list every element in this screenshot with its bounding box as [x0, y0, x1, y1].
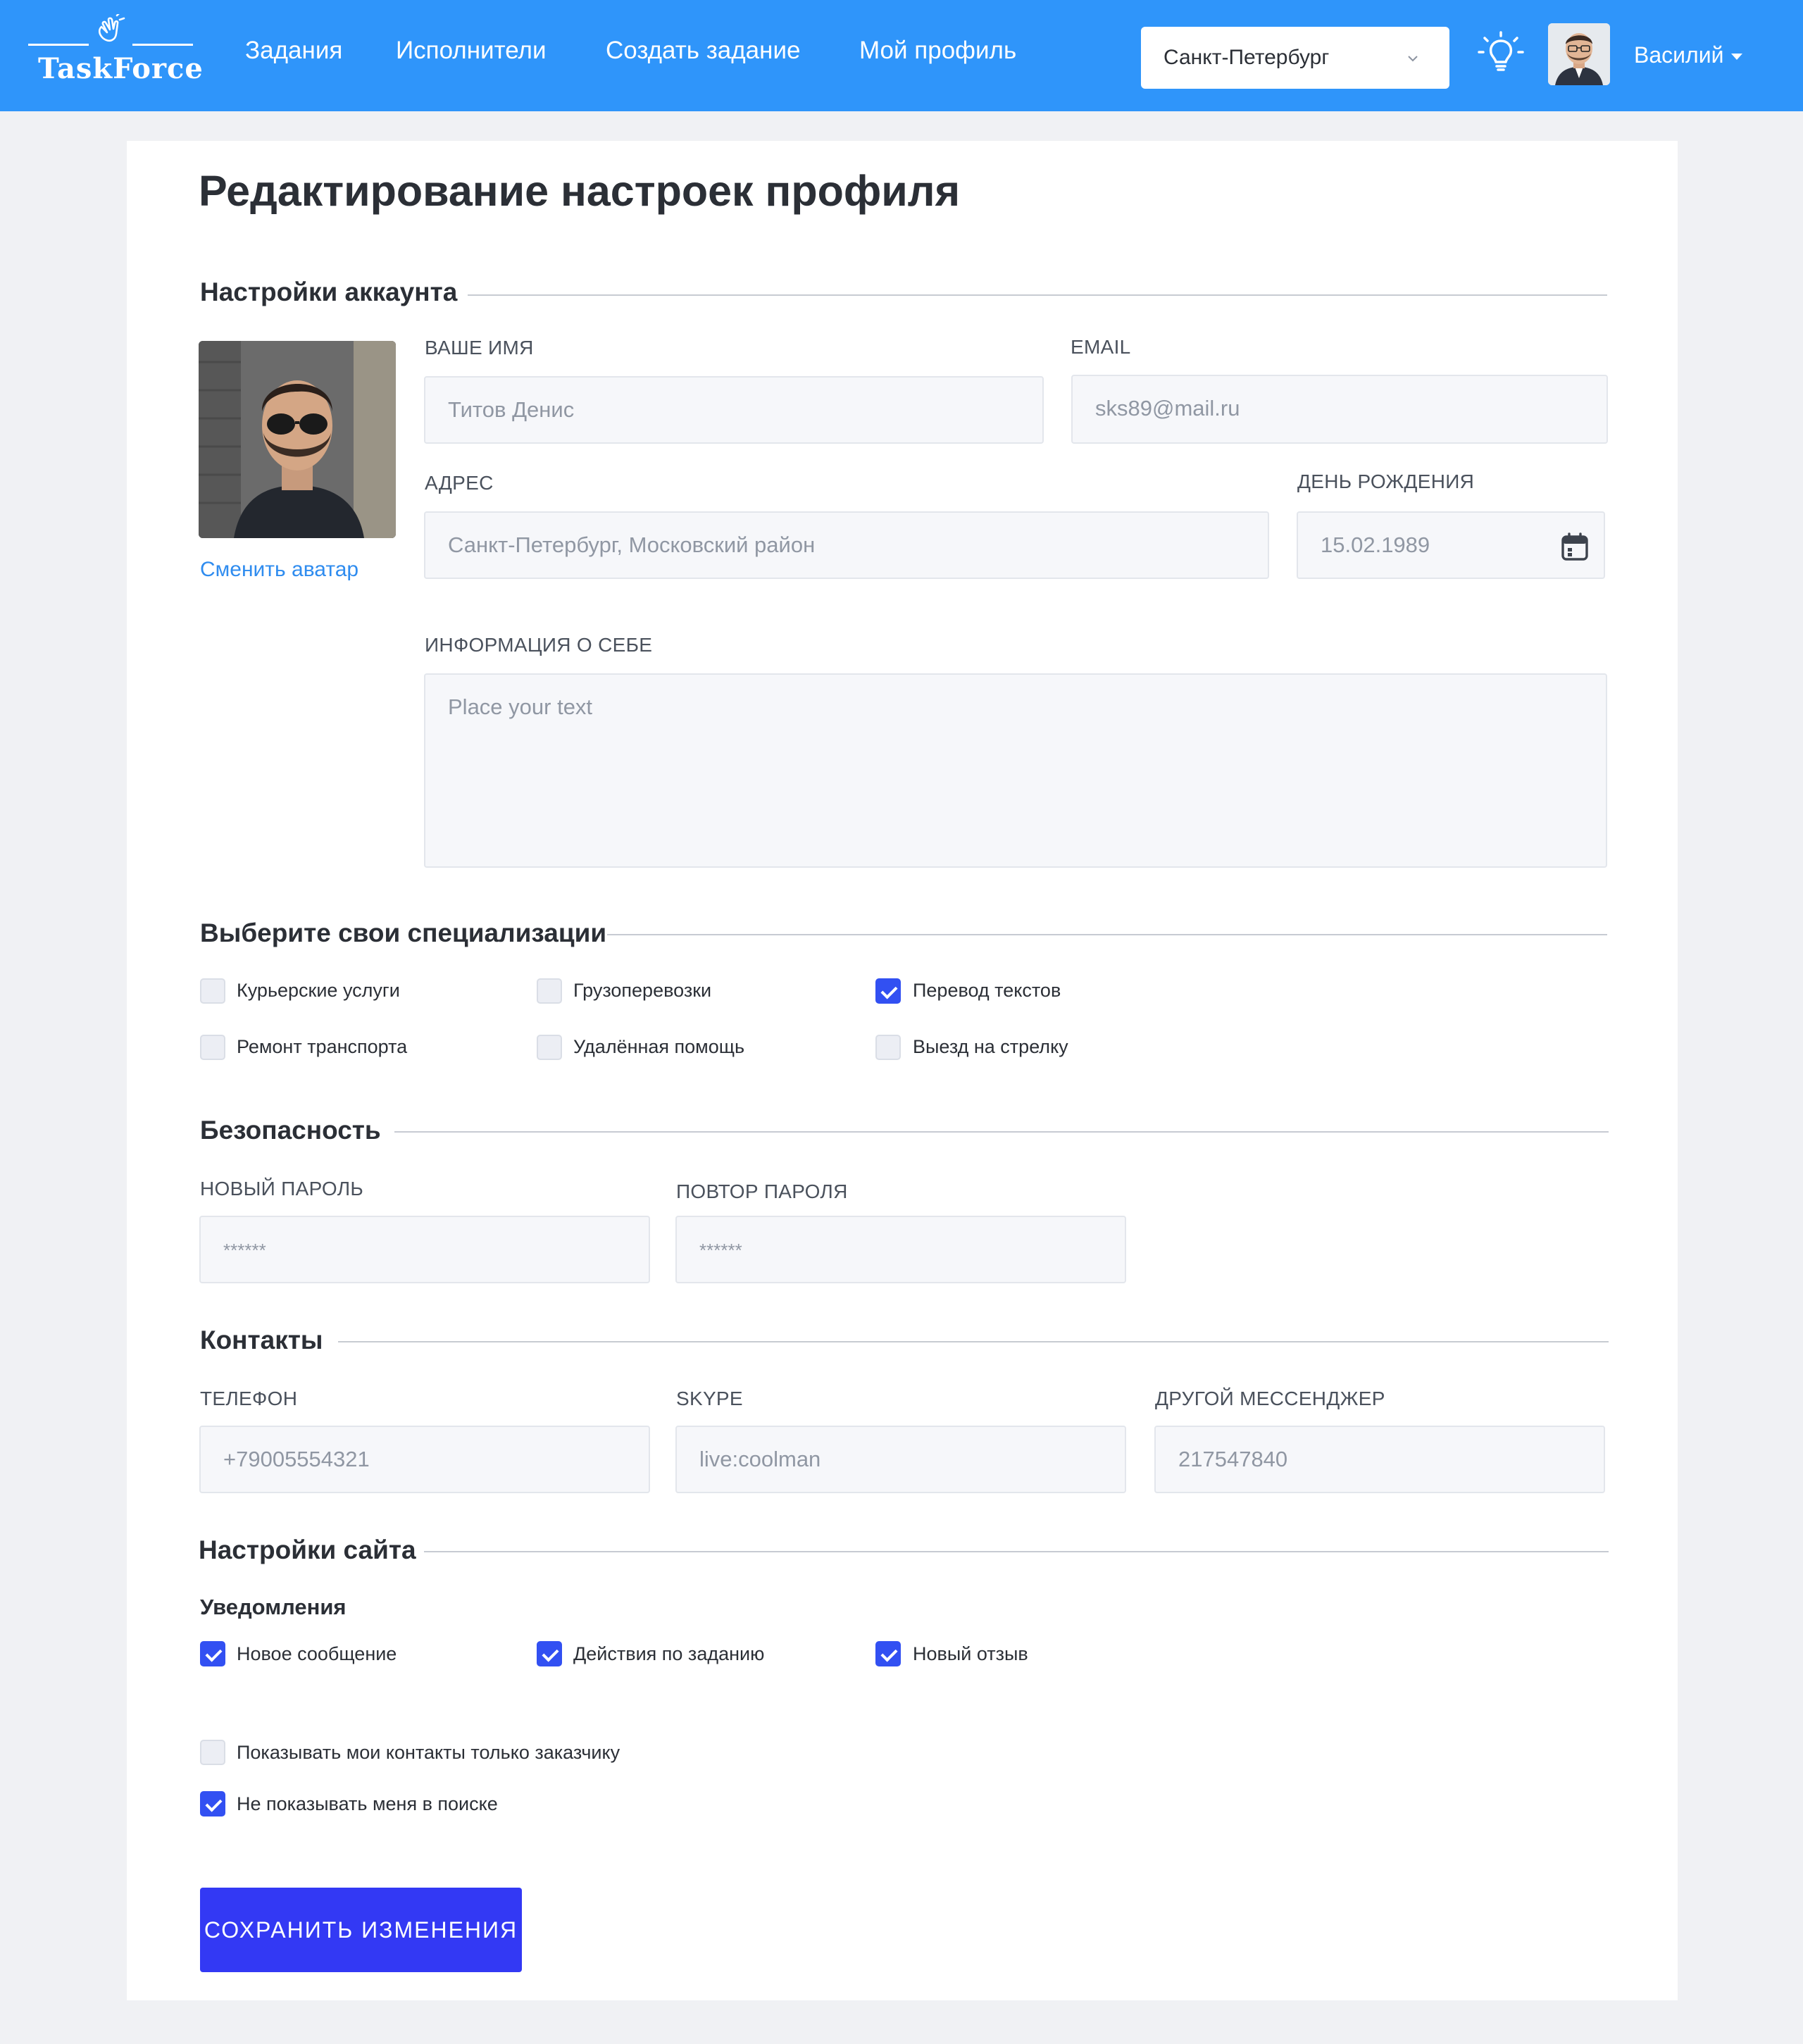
save-changes-button[interactable]: СОХРАНИТЬ ИЗМЕНЕНИЯ: [200, 1888, 522, 1972]
address-field-value: Санкт-Петербург, Московский район: [448, 532, 816, 557]
name-field[interactable]: Титов Денис: [424, 376, 1044, 444]
skype-field-value: live:coolman: [699, 1447, 821, 1471]
caret-down-icon[interactable]: [1731, 54, 1742, 60]
about-label: ИНФОРМАЦИЯ О СЕБЕ: [425, 634, 653, 656]
checkbox-new-review[interactable]: [875, 1641, 901, 1666]
nav-item-performers[interactable]: Исполнители: [396, 37, 547, 65]
taskforce-logo[interactable]: TaskForce: [28, 14, 203, 92]
email-label: EMAIL: [1071, 336, 1131, 358]
section-divider: [424, 1551, 1609, 1552]
checkbox-label[interactable]: Перевод текстов: [913, 980, 1061, 1002]
address-label: АДРЕС: [425, 472, 494, 494]
user-photo: [1548, 23, 1610, 85]
checkbox-new-message[interactable]: [200, 1641, 225, 1666]
messenger-label: ДРУГОЙ МЕССЕНДЖЕР: [1155, 1388, 1385, 1409]
checkbox-cargo[interactable]: [537, 978, 562, 1004]
section-divider: [338, 1341, 1609, 1342]
section-divider: [468, 294, 1607, 296]
new-password-value: ******: [223, 1240, 266, 1261]
section-title-account: Настройки аккаунта: [200, 278, 458, 306]
city-select[interactable]: Санкт-Петербург: [1141, 27, 1449, 89]
profile-avatar: [199, 341, 396, 538]
logo-text: TaskForce: [38, 52, 204, 85]
nav-item-my-profile[interactable]: Мой профиль: [859, 37, 1016, 65]
nav-item-tasks[interactable]: Задания: [245, 37, 342, 65]
calendar-icon[interactable]: [1561, 532, 1588, 561]
section-divider: [394, 1131, 1609, 1133]
checkbox-label[interactable]: Новый отзыв: [913, 1643, 1028, 1665]
new-password-label: НОВЫЙ ПАРОЛЬ: [200, 1178, 364, 1199]
lightbulb-icon[interactable]: [1476, 30, 1526, 79]
checkbox-label[interactable]: Показывать мои контакты только заказчику: [237, 1742, 620, 1764]
top-header: TaskForce Задания Исполнители Создать за…: [0, 0, 1803, 111]
checkbox-label[interactable]: Новое сообщение: [237, 1643, 397, 1665]
header-avatar[interactable]: [1548, 23, 1610, 85]
birthday-field[interactable]: 15.02.1989: [1297, 511, 1605, 579]
nav-item-create-task[interactable]: Создать задание: [606, 37, 800, 65]
logo-line-left: [28, 44, 89, 46]
save-changes-label: СОХРАНИТЬ ИЗМЕНЕНИЯ: [204, 1917, 518, 1943]
checkbox-label[interactable]: Удалённая помощь: [573, 1036, 744, 1058]
checkbox-vehicle-repair[interactable]: [200, 1035, 225, 1060]
address-field[interactable]: Санкт-Петербург, Московский район: [424, 511, 1269, 579]
section-title-site-settings: Настройки сайта: [199, 1535, 416, 1564]
logo-line-right: [132, 44, 193, 46]
about-textarea-placeholder: Place your text: [448, 694, 593, 719]
messenger-field[interactable]: 217547840: [1154, 1426, 1605, 1493]
phone-field-value: +79005554321: [223, 1447, 370, 1471]
checkbox-label[interactable]: Не показывать меня в поиске: [237, 1793, 498, 1815]
repeat-password-value: ******: [699, 1240, 742, 1261]
hand-wave-icon: [98, 14, 125, 42]
about-textarea[interactable]: Place your text: [424, 673, 1607, 868]
section-title-contacts: Контакты: [200, 1326, 323, 1354]
repeat-password-label: ПОВТОР ПАРОЛЯ: [676, 1180, 848, 1202]
skype-label: SKYPE: [676, 1388, 743, 1409]
birthday-label: ДЕНЬ РОЖДЕНИЯ: [1297, 471, 1475, 492]
checkbox-translation[interactable]: [875, 978, 901, 1004]
checkbox-task-actions[interactable]: [537, 1641, 562, 1666]
messenger-field-value: 217547840: [1178, 1447, 1288, 1471]
checkbox-remote-help[interactable]: [537, 1035, 562, 1060]
email-field-value: sks89@mail.ru: [1095, 396, 1240, 420]
checkbox-label[interactable]: Грузоперевозки: [573, 980, 711, 1002]
chevron-down-icon: [1408, 56, 1418, 62]
section-divider: [607, 934, 1607, 935]
section-title-specializations: Выберите свои специализации: [200, 918, 607, 947]
avatar-photo: [199, 341, 396, 538]
phone-label: ТЕЛЕФОН: [200, 1388, 298, 1409]
name-field-value: Титов Денис: [448, 397, 575, 422]
section-title-security: Безопасность: [200, 1116, 381, 1145]
checkbox-contacts-customer-only[interactable]: [200, 1740, 225, 1765]
checkbox-meeting[interactable]: [875, 1035, 901, 1060]
page-title: Редактирование настроек профиля: [199, 167, 961, 215]
notifications-title: Уведомления: [200, 1595, 347, 1619]
repeat-password-field[interactable]: ******: [675, 1216, 1126, 1283]
checkbox-label[interactable]: Действия по заданию: [573, 1643, 764, 1665]
birthday-field-value: 15.02.1989: [1321, 532, 1430, 557]
skype-field[interactable]: live:coolman: [675, 1426, 1126, 1493]
phone-field[interactable]: +79005554321: [199, 1426, 650, 1493]
name-label: ВАШЕ ИМЯ: [425, 337, 534, 359]
checkbox-label[interactable]: Выезд на стрелку: [913, 1036, 1068, 1058]
checkbox-courier[interactable]: [200, 978, 225, 1004]
user-menu-name[interactable]: Василий: [1634, 42, 1723, 68]
checkbox-hide-from-search[interactable]: [200, 1791, 225, 1816]
checkbox-label[interactable]: Ремонт транспорта: [237, 1036, 407, 1058]
change-avatar-link[interactable]: Сменить аватар: [200, 558, 358, 582]
new-password-field[interactable]: ******: [199, 1216, 650, 1283]
checkbox-label[interactable]: Курьерские услуги: [237, 980, 400, 1002]
city-select-value: Санкт-Петербург: [1163, 46, 1330, 69]
email-field[interactable]: sks89@mail.ru: [1071, 375, 1608, 444]
